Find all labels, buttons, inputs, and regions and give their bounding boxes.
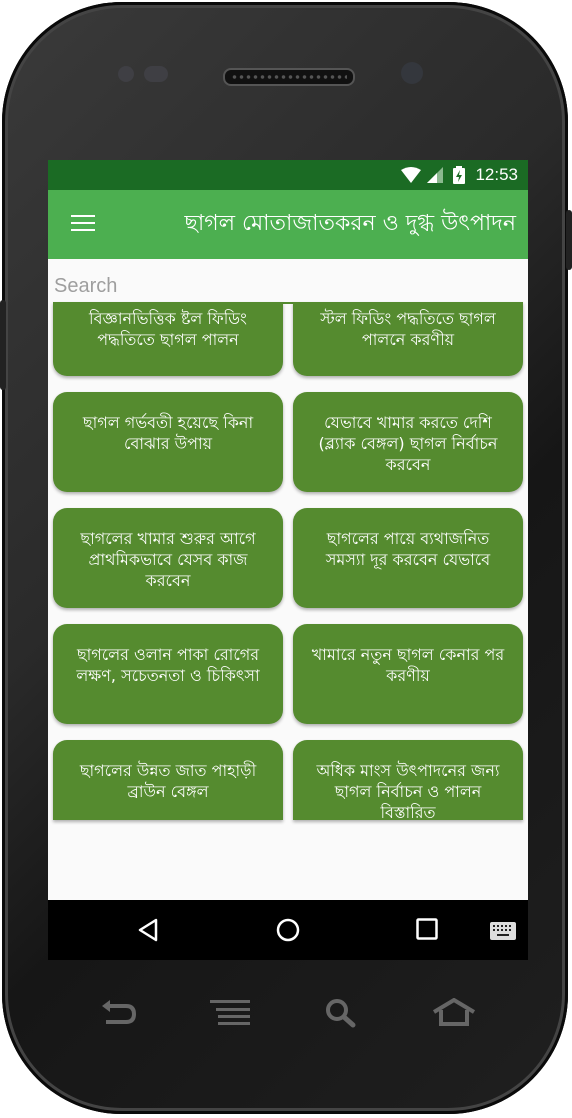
side-button-right bbox=[566, 210, 572, 270]
status-bar: 12:53 bbox=[48, 160, 528, 190]
light-sensor bbox=[144, 66, 168, 82]
menu-button[interactable] bbox=[48, 214, 118, 236]
screen: 12:53 ছাগল মোতাজাতকরন ও দুগ্ধ উৎপাদন বিজ… bbox=[48, 160, 528, 900]
home-icon[interactable] bbox=[276, 918, 300, 946]
earpiece-speaker bbox=[223, 68, 355, 86]
menu-key-icon[interactable] bbox=[210, 998, 250, 1030]
article-card[interactable]: খামারে নতুন ছাগল কেনার পর করণীয় bbox=[293, 624, 523, 724]
article-card[interactable]: বিজ্ঞানভিত্তিক ষ্টল ফিডিং পদ্ধতিতে ছাগল … bbox=[53, 302, 283, 376]
back-icon[interactable] bbox=[136, 918, 160, 946]
article-card[interactable]: ছাগল গর্ভবতী হয়েছে কিনা বোঝার উপায় bbox=[53, 392, 283, 492]
cell-signal-icon bbox=[427, 167, 444, 183]
proximity-sensor bbox=[118, 66, 134, 82]
search-key-icon[interactable] bbox=[325, 998, 357, 1032]
article-card[interactable]: ছাগলের উন্নত জাত পাহাড়ী ব্রাউন বেঙ্গল bbox=[53, 740, 283, 820]
hardware-keys bbox=[0, 997, 572, 1038]
back-key-icon[interactable] bbox=[100, 998, 137, 1032]
front-camera bbox=[401, 62, 423, 84]
home-key-icon[interactable] bbox=[432, 997, 476, 1032]
app-bar: ছাগল মোতাজাতকরন ও দুগ্ধ উৎপাদন bbox=[48, 190, 528, 259]
search-input[interactable] bbox=[54, 273, 522, 304]
hamburger-menu-icon bbox=[71, 214, 95, 236]
article-card[interactable]: ছাগলের খামার শুরুর আগে প্রাথমিকভাবে যেসব… bbox=[53, 508, 283, 608]
article-card[interactable]: অধিক মাংস উৎপাদনের জন্য ছাগল নির্বাচন ও … bbox=[293, 740, 523, 822]
wifi-icon bbox=[401, 167, 422, 183]
battery-charging-icon bbox=[453, 166, 466, 184]
article-grid: বিজ্ঞানভিত্তিক ষ্টল ফিডিং পদ্ধতিতে ছাগল … bbox=[48, 302, 528, 822]
article-card[interactable]: স্টল ফিডিং পদ্ধতিতে ছাগল পালনে করণীয় bbox=[293, 302, 523, 376]
navigation-bar bbox=[48, 900, 528, 960]
recents-icon[interactable] bbox=[416, 918, 438, 944]
side-button bbox=[0, 300, 6, 390]
article-card[interactable]: যেভাবে খামার করতে দেশি (ব্ল্যাক বেঙ্গল) … bbox=[293, 392, 523, 492]
keyboard-icon[interactable] bbox=[490, 922, 516, 944]
article-card[interactable]: ছাগলের ওলান পাকা রোগের লক্ষণ, সচেতনতা ও … bbox=[53, 624, 283, 724]
app-title: ছাগল মোতাজাতকরন ও দুগ্ধ উৎপাদন bbox=[184, 211, 516, 236]
clock: 12:53 bbox=[475, 165, 518, 184]
article-card[interactable]: ছাগলের পায়ে ব্যথাজনিত সমস্যা দূর করবেন … bbox=[293, 508, 523, 608]
